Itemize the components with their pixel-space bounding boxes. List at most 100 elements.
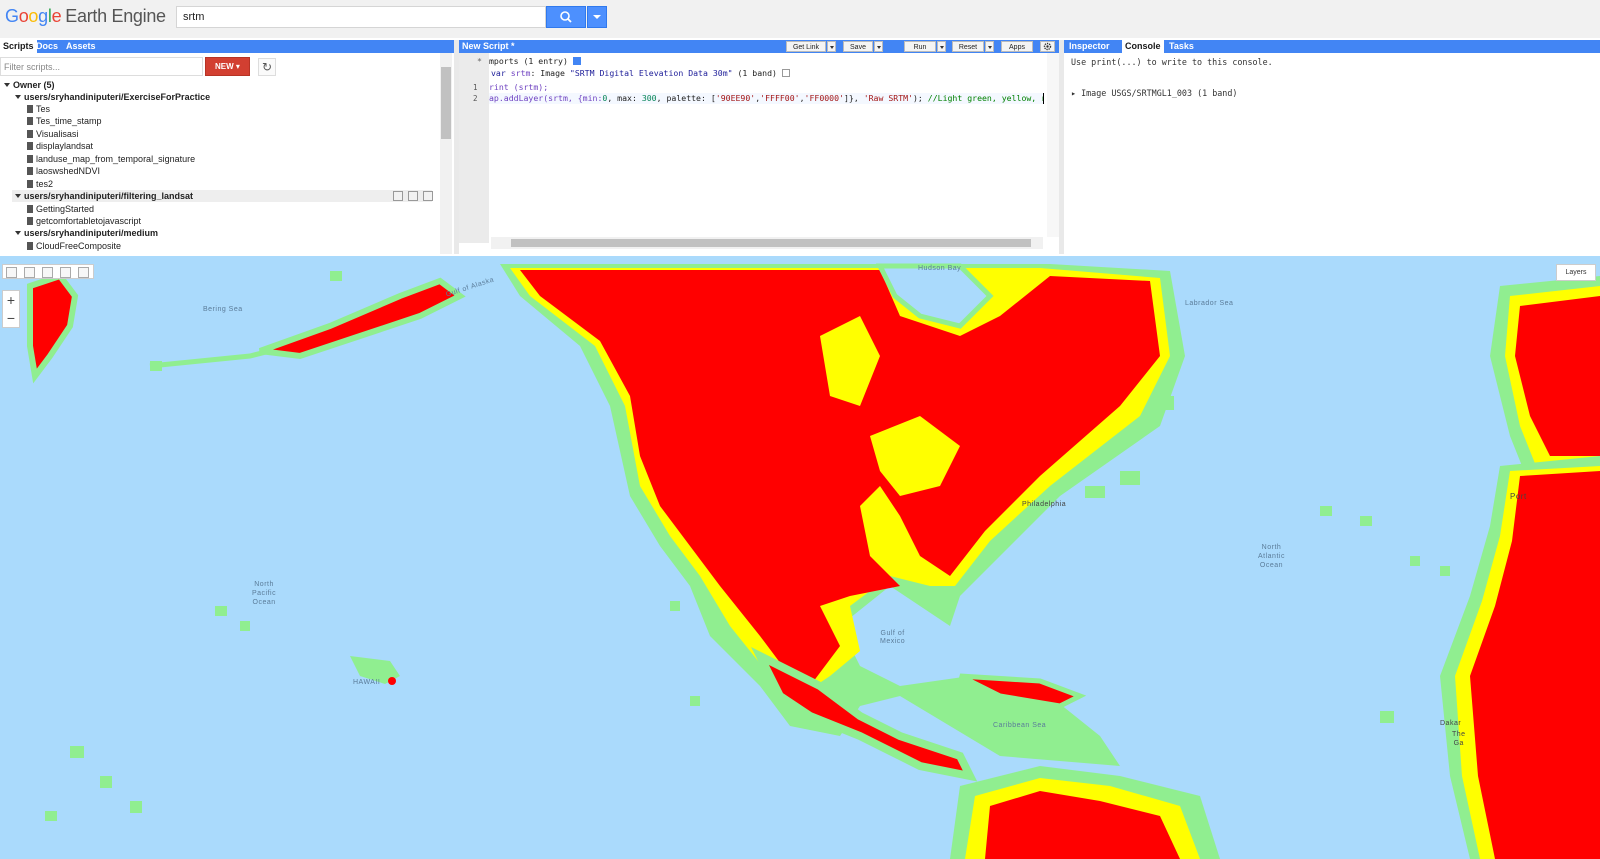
tree-script-item[interactable]: GettingStarted xyxy=(27,203,94,215)
chevron-down-icon xyxy=(593,15,601,19)
file-icon xyxy=(27,105,33,113)
run-button[interactable]: Run xyxy=(904,41,936,52)
map-label-dakar: Dakar xyxy=(1440,720,1462,727)
expand-arrow-icon xyxy=(15,95,21,99)
map-label-hawaii: HAWAII xyxy=(353,679,381,686)
tab-assets[interactable]: Assets xyxy=(63,40,99,53)
settings-icon[interactable] xyxy=(408,191,418,201)
console-output-item[interactable]: ▸ Image USGS/SRTMGL1_003 (1 band) xyxy=(1071,88,1237,98)
script-title[interactable]: New Script * xyxy=(459,40,518,53)
console-panel-header: Inspector Console Tasks xyxy=(1064,40,1600,53)
tab-tasks[interactable]: Tasks xyxy=(1166,40,1197,53)
tree-script-item[interactable]: Visualisasi xyxy=(27,128,78,140)
tree-script-item[interactable]: displaylandsat xyxy=(27,140,93,152)
drawing-tools xyxy=(2,264,94,279)
tab-inspector[interactable]: Inspector xyxy=(1066,40,1113,53)
code-editor[interactable]: * mports (1 entry) var srtm: Image "SRTM… xyxy=(459,53,1059,254)
file-icon xyxy=(27,205,33,213)
search-button[interactable] xyxy=(546,6,586,28)
scripts-panel: NEW ▾ ↻ Owner (5) users/sryhandiniputeri… xyxy=(0,53,454,254)
scripts-scrollbar-thumb[interactable] xyxy=(441,67,451,139)
settings-button[interactable] xyxy=(1040,41,1055,52)
line-gutter xyxy=(459,53,489,243)
share-icon[interactable] xyxy=(393,191,403,201)
map-label-port: Port xyxy=(1510,492,1527,501)
point-marker-icon[interactable] xyxy=(24,267,35,278)
import-details-icon[interactable] xyxy=(781,69,790,77)
tree-script-item[interactable]: CloudFreeComposite xyxy=(27,240,121,252)
map-label-gulf-of-mexico: Gulf of Mexico xyxy=(880,630,906,645)
search-dropdown-button[interactable] xyxy=(587,6,607,28)
search-input[interactable] xyxy=(176,6,546,28)
imports-info-icon[interactable] xyxy=(572,57,581,65)
file-icon xyxy=(27,130,33,138)
rectangle-draw-icon[interactable] xyxy=(78,267,89,278)
map-label-philadelphia: Philadelphia xyxy=(1022,501,1067,508)
tab-scripts[interactable]: Scripts xyxy=(0,40,37,53)
file-icon xyxy=(27,155,33,163)
map-label-north-atlantic: North Atlantic Ocean xyxy=(1258,544,1285,569)
console-hint: Use print(...) to write to this console. xyxy=(1071,57,1273,67)
save-button[interactable]: Save xyxy=(843,41,873,52)
pan-hand-icon[interactable] xyxy=(6,267,17,278)
tree-script-item[interactable]: Tes xyxy=(27,103,50,115)
tree-root-owner[interactable]: Owner (5) xyxy=(4,79,55,91)
apps-button[interactable]: Apps xyxy=(1001,41,1033,52)
expand-arrow-icon xyxy=(4,83,10,87)
refresh-icon[interactable]: ↻ xyxy=(258,58,276,76)
earth-engine-logo[interactable]: Google Earth Engine xyxy=(5,6,166,27)
file-icon xyxy=(27,167,33,175)
imports-header[interactable]: mports (1 entry) xyxy=(489,56,581,67)
reset-dropdown[interactable] xyxy=(985,41,994,52)
editor-horizontal-scrollbar-thumb[interactable] xyxy=(511,239,1031,247)
map-label-caribbean-sea: Caribbean Sea xyxy=(993,722,1047,729)
line-number: 2 xyxy=(473,94,478,103)
tree-folder[interactable]: users/sryhandiniputeri/filtering_landsat xyxy=(12,190,433,202)
get-link-button[interactable]: Get Link xyxy=(786,41,826,52)
map-label-labrador-sea: Labrador Sea xyxy=(1185,300,1234,307)
tree-script-item[interactable]: Tes_time_stamp xyxy=(27,115,102,127)
tree-script-item[interactable]: getcomfortabletojavascript xyxy=(27,215,141,227)
new-button[interactable]: NEW ▾ xyxy=(205,57,250,76)
editor-panel-header: New Script * Get Link Save Run Reset App… xyxy=(459,40,1059,53)
tab-console[interactable]: Console xyxy=(1122,40,1164,53)
line-draw-icon[interactable] xyxy=(42,267,53,278)
code-line-2[interactable]: ap.addLayer(srtm, {min:0, max: 300, pale… xyxy=(489,93,1044,104)
delete-icon[interactable] xyxy=(423,191,433,201)
top-bar: Google Earth Engine xyxy=(0,0,1600,38)
tree-script-item[interactable]: laoswshedNDVI xyxy=(27,165,100,177)
zoom-control: + − xyxy=(2,290,20,328)
import-declaration[interactable]: var srtm: Image "SRTM Digital Elevation … xyxy=(491,68,790,79)
get-link-dropdown[interactable] xyxy=(827,41,836,52)
filter-scripts-input[interactable] xyxy=(0,57,203,76)
zoom-in-button[interactable]: + xyxy=(3,291,19,309)
map-label-north-pacific: North Pacific Ocean xyxy=(252,581,277,606)
line-number: 1 xyxy=(473,83,478,92)
tree-script-item[interactable]: landuse_map_from_temporal_signature xyxy=(27,153,195,165)
srtm-elevation-layer xyxy=(27,263,1600,859)
layers-button[interactable]: Layers xyxy=(1556,264,1596,281)
tree-folder[interactable]: users/sryhandiniputeri/ExerciseForPracti… xyxy=(15,91,210,103)
search-icon xyxy=(560,11,572,23)
map-label-hudson-bay: Hudson Bay xyxy=(918,265,962,272)
scripts-panel-header: Scripts Docs Assets xyxy=(0,40,454,53)
tree-folder[interactable]: users/sryhandiniputeri/medium xyxy=(15,227,158,239)
file-icon xyxy=(27,180,33,188)
tab-docs[interactable]: Docs xyxy=(33,40,61,53)
gear-icon xyxy=(1043,42,1052,51)
reset-button[interactable]: Reset xyxy=(952,41,984,52)
editor-vertical-scrollbar[interactable] xyxy=(1047,53,1059,237)
map-view[interactable]: Hudson Bay Labrador Sea Gulf of Alaska B… xyxy=(0,256,1600,859)
tree-script-item[interactable]: tes2 xyxy=(27,178,53,190)
polygon-draw-icon[interactable] xyxy=(60,267,71,278)
console-panel: Use print(...) to write to this console.… xyxy=(1064,53,1600,254)
map-label-bering-sea: Bering Sea xyxy=(203,306,243,313)
imports-toggle[interactable]: * xyxy=(477,56,482,67)
run-dropdown[interactable] xyxy=(937,41,946,52)
map-label-the-gambia: The Ga xyxy=(1452,731,1466,747)
file-icon xyxy=(27,117,33,125)
file-icon xyxy=(27,217,33,225)
save-dropdown[interactable] xyxy=(874,41,883,52)
zoom-out-button[interactable]: − xyxy=(3,309,19,327)
code-line-1[interactable]: rint (srtm); xyxy=(489,82,548,93)
